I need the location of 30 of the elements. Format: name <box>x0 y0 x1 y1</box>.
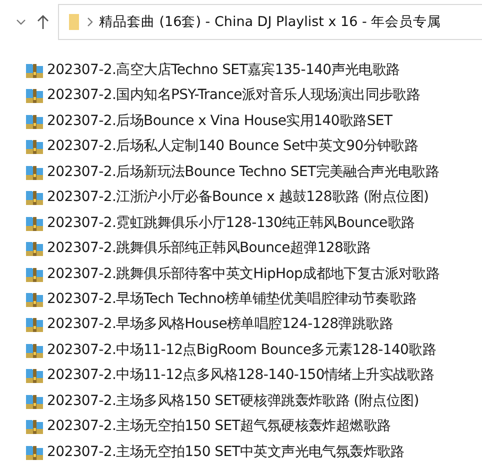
file-name[interactable]: 202307-2.主场无空拍150 SET超气氛硬核轰炸超燃歌路 <box>47 417 391 436</box>
address-path: 精品套曲 (16套) - China DJ Playlist x 16 - 年会员专属 <box>99 13 442 31</box>
zip-folder-icon <box>25 366 44 384</box>
file-name[interactable]: 202307-2.国内知名PSY-Trance派对音乐人现场演出同步歌路 <box>47 86 420 104</box>
file-name[interactable]: 202307-2.早场多风格House榜单唱腔124-128弹跳歌路 <box>47 315 394 334</box>
file-name[interactable]: 202307-2.跳舞俱乐部纯正韩风Bounce超弹128歌路 <box>47 239 371 258</box>
zip-folder-icon <box>25 86 44 104</box>
zip-folder-icon <box>25 188 44 206</box>
file-name[interactable]: 202307-2.主场无空拍150 SET中英文声光电气氛轰炸歌路 <box>47 442 404 461</box>
file-name[interactable]: 202307-2.后场新玩法Bounce Techno SET完美融合声光电歌路 <box>47 162 440 181</box>
folder-icon <box>67 13 81 31</box>
file-name[interactable]: 202307-2.后场Bounce x Vina House实用140歌路SET <box>47 112 392 130</box>
zip-folder-icon <box>25 239 44 258</box>
zip-folder-icon <box>25 315 44 334</box>
file-name[interactable]: 202307-2.后场私人定制140 Bounce Set中英文90分钟歌路 <box>47 137 418 156</box>
file-name[interactable]: 202307-2.高空大店Techno SET嘉宾135-140声光电歌路 <box>47 60 400 79</box>
file-name[interactable]: 202307-2.早场Tech Techno榜单铺垫优美唱腔律动节奏歌路 <box>47 290 417 308</box>
file-name[interactable]: 202307-2.跳舞俱乐部待客中英文HipHop成都地下复古派对歌路 <box>47 264 440 283</box>
address-bar[interactable]: 精品套曲 (16套) - China DJ Playlist x 16 - 年会员专属 <box>58 4 482 40</box>
file-name[interactable]: 202307-2.霓虹跳舞俱乐小厅128-130纯正韩风Bounce歌路 <box>47 214 415 232</box>
zip-folder-icon <box>25 137 44 156</box>
file-name[interactable]: 202307-2.主场多风格150 SET硬核弹跳轰炸歌路 (附点位图) <box>47 392 419 410</box>
chevron-icon <box>87 17 93 27</box>
zip-folder-icon <box>25 290 44 308</box>
file-name[interactable]: 202307-2.江浙沪小厅必备Bounce x 越鼓128歌路 (附点位图) <box>47 188 429 206</box>
chevron-down-icon <box>16 19 26 25</box>
file-name[interactable]: 202307-2.中场11-12点多风格128-140-150情绪上升实战歌路 <box>47 366 434 384</box>
file-name[interactable]: 202307-2.中场11-12点BigRoom Bounce多元素128-140歌路 <box>47 340 436 359</box>
arrow-up-icon <box>37 14 49 30</box>
zip-folder-icon <box>25 417 44 436</box>
